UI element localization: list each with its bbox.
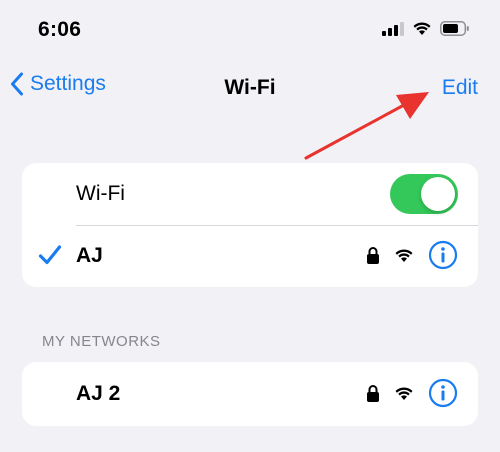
wifi-icon [413, 22, 431, 35]
my-networks-card: AJ 2 [22, 362, 478, 426]
edit-button[interactable]: Edit [442, 76, 478, 100]
status-time: 6:06 [38, 18, 82, 41]
status-icons [382, 21, 470, 36]
network-icons [366, 378, 458, 408]
current-network-name: AJ [76, 244, 103, 267]
wifi-icon [395, 386, 413, 400]
wifi-toggle-row: Wi-Fi [22, 163, 478, 225]
current-network-row[interactable]: AJ [22, 225, 478, 287]
network-name: AJ 2 [76, 382, 121, 405]
checkmark-icon [38, 245, 62, 265]
info-icon[interactable] [428, 240, 458, 270]
wifi-toggle[interactable] [390, 174, 458, 214]
cellular-signal-icon [382, 21, 404, 36]
row-divider [76, 225, 478, 226]
wifi-card: Wi-Fi AJ [22, 163, 478, 287]
lock-icon [367, 247, 379, 264]
info-icon[interactable] [428, 378, 458, 408]
navigation-bar: Settings Wi-Fi Edit [0, 62, 500, 112]
network-icons [366, 240, 458, 270]
wifi-toggle-label: Wi-Fi [76, 182, 125, 205]
lock-icon [367, 385, 379, 402]
section-header-my-networks: MY NETWORKS [42, 333, 161, 350]
wifi-icon [395, 248, 413, 262]
status-bar: 6:06 [0, 0, 500, 60]
toggle-knob [421, 177, 455, 211]
page-title: Wi-Fi [224, 76, 276, 99]
list-item[interactable]: AJ 2 [22, 362, 478, 426]
battery-icon [440, 21, 469, 36]
